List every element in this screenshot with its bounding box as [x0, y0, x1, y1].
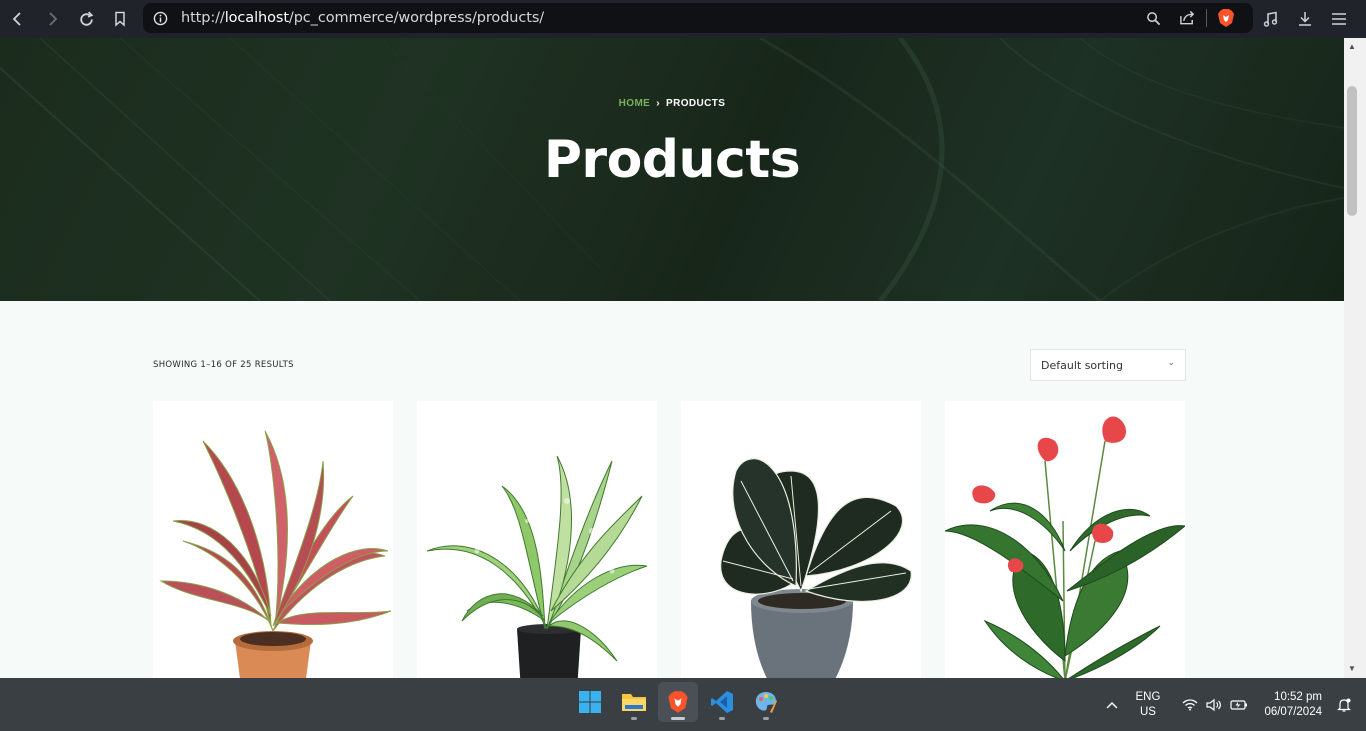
result-count: SHOWING 1–16 OF 25 RESULTS: [153, 360, 294, 370]
keyboard-region: US: [1139, 705, 1156, 718]
brave-lion-icon: [1218, 9, 1234, 27]
taskbar-brave-browser[interactable]: [658, 682, 698, 722]
palette-icon: [755, 692, 777, 713]
brave-lion-icon: [668, 691, 688, 713]
product-image-aglaonema-red: [159, 430, 392, 678]
product-image-alocasia-black-velvet: [720, 458, 912, 678]
url-host: localhost: [224, 10, 289, 26]
page-scrollbar[interactable]: ▲ ▼: [1344, 38, 1366, 678]
media-button[interactable]: [1254, 2, 1288, 36]
folder-icon: [622, 694, 646, 711]
wifi-icon: [1182, 699, 1198, 711]
downloads-button[interactable]: [1288, 2, 1322, 36]
hamburger-menu-icon: [1332, 13, 1346, 25]
share-icon: [1179, 10, 1194, 25]
forward-arrow-icon: [49, 12, 58, 26]
notification-bell-icon: [1337, 698, 1351, 712]
back-button[interactable]: [1, 2, 35, 36]
breadcrumb: HOME › PRODUCTS: [0, 98, 1344, 109]
show-hidden-icons-button[interactable]: [1098, 701, 1126, 709]
page-title: Products: [543, 130, 801, 190]
scrollbar-thumb[interactable]: [1347, 86, 1357, 216]
chevron-up-icon: [1105, 701, 1118, 709]
language-code: ENG: [1135, 690, 1161, 703]
breadcrumb-separator: ›: [656, 98, 660, 109]
product-grid: [153, 401, 1185, 678]
breadcrumb-current: PRODUCTS: [666, 98, 726, 109]
vscode-icon: [711, 691, 733, 713]
windows-start-button[interactable]: [570, 682, 610, 722]
product-image-anthurium-red: [945, 416, 1185, 678]
url-text[interactable]: http://localhost/pc_commerce/wordpress/p…: [181, 10, 544, 26]
magnifier-icon: [1146, 11, 1160, 25]
sorting-selected-value: Default sorting: [1041, 358, 1123, 372]
scroll-down-arrow-icon[interactable]: ▼: [1348, 664, 1356, 673]
browser-toolbar: http://localhost/pc_commerce/wordpress/p…: [0, 0, 1366, 38]
chevron-down-icon: ⌄: [1167, 358, 1175, 368]
running-indicator: [671, 717, 685, 720]
address-bar[interactable]: http://localhost/pc_commerce/wordpress/p…: [143, 3, 1253, 33]
notifications-button[interactable]: [1332, 697, 1356, 713]
product-card[interactable]: [945, 401, 1185, 678]
download-icon: [1299, 12, 1311, 26]
product-card[interactable]: [153, 401, 393, 678]
url-path: /pc_commerce/wordpress/products/: [288, 10, 545, 26]
back-arrow-icon: [12, 12, 21, 26]
forward-button[interactable]: [35, 2, 69, 36]
share-button[interactable]: [1172, 1, 1202, 35]
clock[interactable]: 10:52 pm 06/07/2024: [1264, 690, 1322, 720]
page-hero-banner: HOME › PRODUCTS Products: [0, 38, 1344, 301]
menu-button[interactable]: [1322, 2, 1356, 36]
breadcrumb-home-link[interactable]: HOME: [619, 98, 651, 109]
taskbar-file-explorer[interactable]: [614, 682, 654, 722]
music-note-icon: [1263, 11, 1278, 27]
system-tray: ENG US 10:52 pm 06/07/2024: [1098, 678, 1366, 731]
product-card[interactable]: [681, 401, 921, 678]
reload-icon: [79, 10, 93, 26]
clock-date: 06/07/2024: [1264, 705, 1322, 718]
volume-icon: [1206, 698, 1222, 711]
scroll-up-arrow-icon[interactable]: ▲: [1348, 42, 1356, 51]
page-viewport: HOME › PRODUCTS Products SHOWING 1–16 OF 2…: [0, 38, 1344, 678]
battery-charging-icon: [1230, 699, 1248, 710]
taskbar-paint[interactable]: [746, 682, 786, 722]
windows-logo-icon: [579, 691, 601, 713]
product-card[interactable]: [417, 401, 657, 678]
language-indicator[interactable]: ENG US: [1136, 690, 1161, 720]
site-info-icon[interactable]: [145, 11, 175, 26]
quick-settings-button[interactable]: [1182, 698, 1248, 712]
bookmark-icon: [115, 11, 125, 27]
product-image-dieffenbachia: [426, 455, 648, 678]
sorting-select[interactable]: Default sorting ⌄: [1030, 349, 1186, 381]
running-indicator: [631, 717, 637, 720]
windows-taskbar: ENG US 10:52 pm 06/07/2024: [0, 678, 1366, 731]
bookmark-button[interactable]: [103, 2, 137, 36]
zoom-button[interactable]: [1138, 1, 1168, 35]
brave-shields-button[interactable]: [1211, 1, 1241, 35]
taskbar-vs-code[interactable]: [702, 682, 742, 722]
url-prefix: http://: [181, 10, 225, 26]
running-indicator: [719, 717, 725, 720]
reload-button[interactable]: [69, 2, 103, 36]
clock-time: 10:52 pm: [1274, 690, 1322, 703]
running-indicator: [763, 717, 769, 720]
